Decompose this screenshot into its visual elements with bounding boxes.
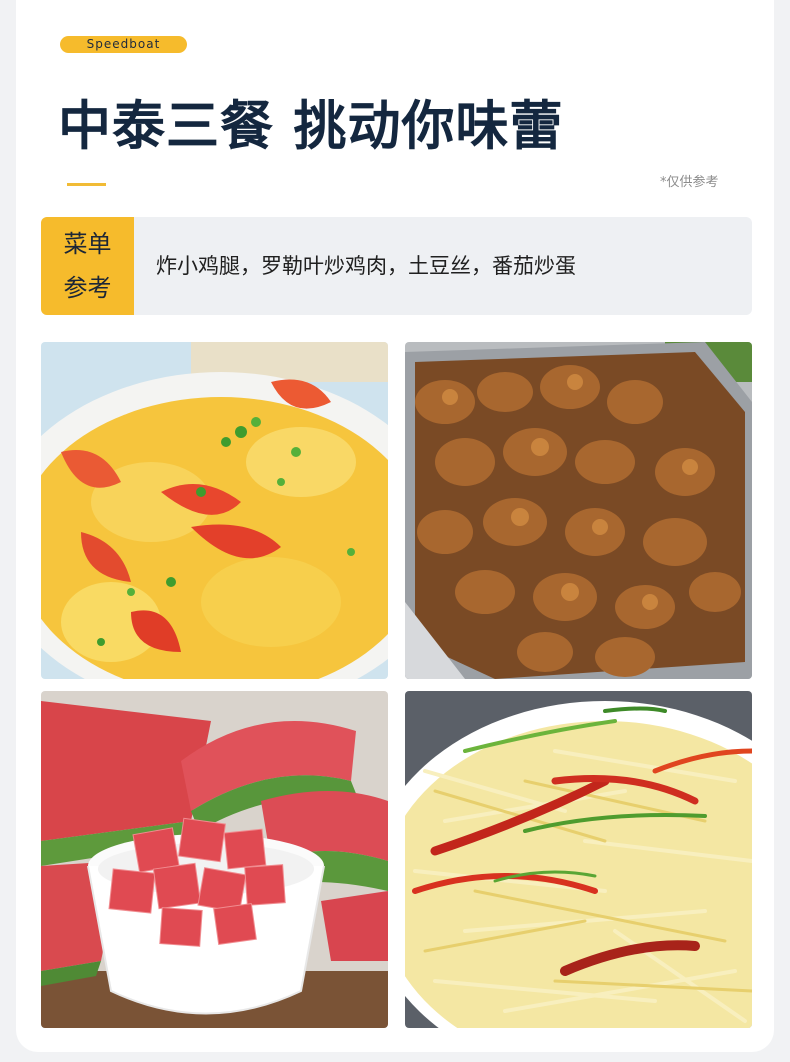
title-accent-line <box>67 183 106 186</box>
photo-fried-chicken <box>405 342 752 679</box>
tomato-egg-image <box>41 342 388 679</box>
menu-tag: 菜单 参考 <box>41 217 134 315</box>
photo-watermelon <box>41 691 388 1028</box>
menu-items-text: 炸小鸡腿，罗勒叶炒鸡肉，土豆丝，番茄炒蛋 <box>156 254 576 278</box>
menu-reference-panel: 菜单 参考 炸小鸡腿，罗勒叶炒鸡肉，土豆丝，番茄炒蛋 <box>41 217 752 315</box>
photo-tomato-egg <box>41 342 388 679</box>
menu-tag-line1: 菜单 <box>63 230 112 258</box>
reference-note: *仅供参考 <box>660 175 719 190</box>
photo-potato-shreds <box>405 691 752 1028</box>
menu-tag-line2: 参考 <box>63 274 112 302</box>
potato-shreds-image <box>405 691 752 1028</box>
fried-chicken-image <box>405 342 752 679</box>
brand-badge: Speedboat <box>60 36 187 53</box>
watermelon-image <box>41 691 388 1028</box>
page-title: 中泰三餐 挑动你味蕾 <box>58 96 564 157</box>
